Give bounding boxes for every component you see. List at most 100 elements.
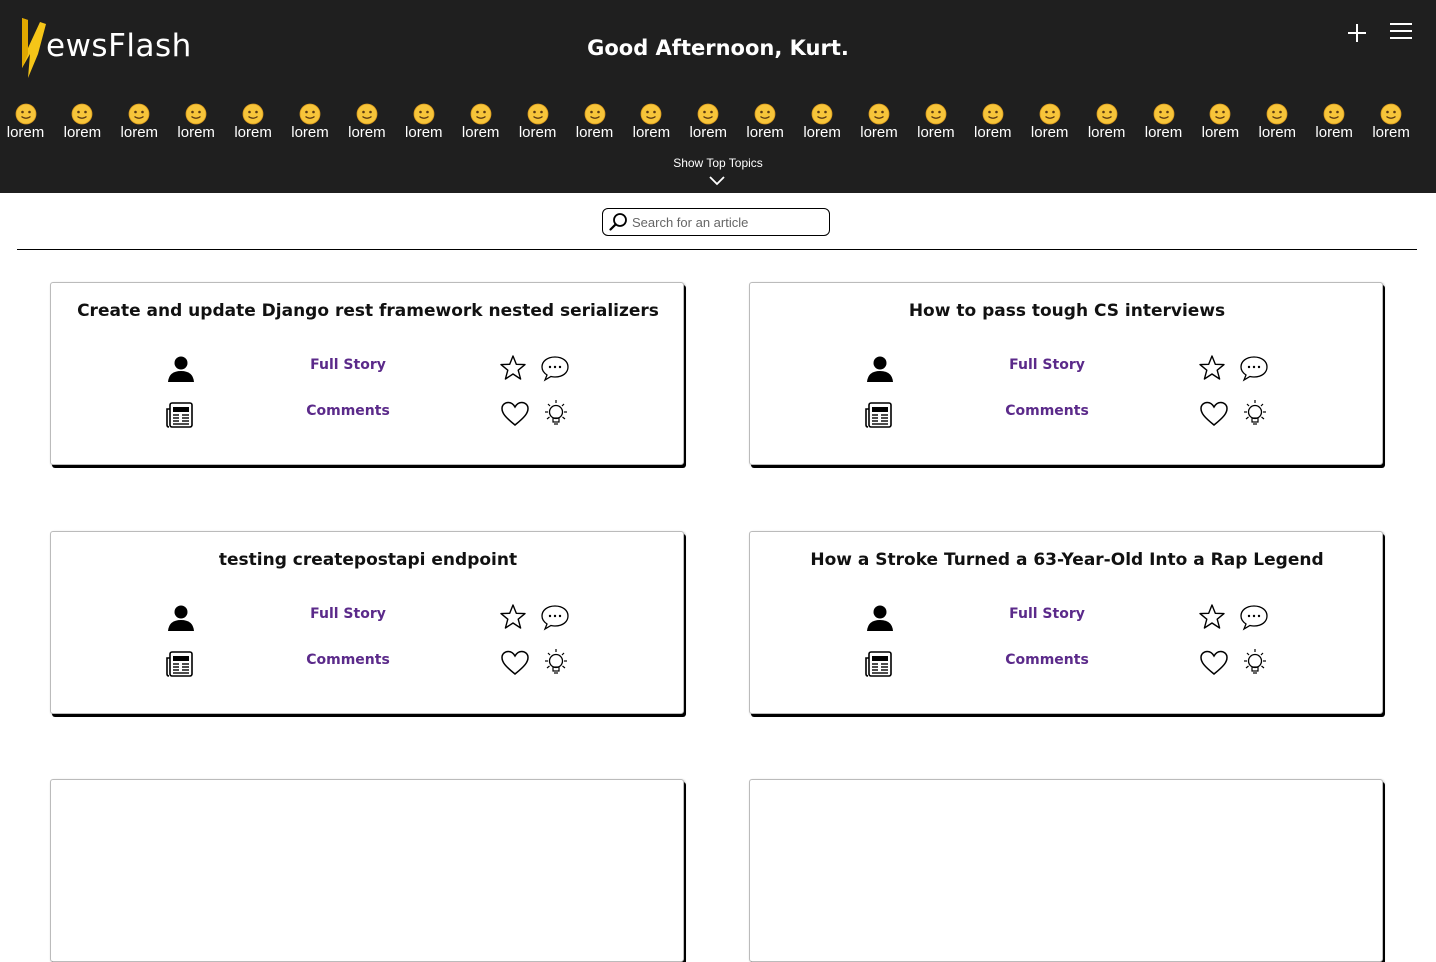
slightly-smiling-face-icon (1323, 103, 1345, 125)
heart-icon[interactable] (1199, 400, 1229, 432)
slightly-smiling-face-icon (1266, 103, 1288, 125)
article-title: Create and update Django rest framework … (51, 301, 685, 321)
topic-label: lorem (168, 125, 225, 141)
topic-item[interactable]: lorem (282, 100, 339, 141)
search-bar (602, 208, 830, 236)
heart-icon[interactable] (500, 400, 530, 432)
lightbulb-icon[interactable] (541, 398, 571, 432)
newspaper-icon[interactable] (864, 650, 894, 682)
comments-link[interactable]: Comments (268, 403, 428, 419)
slightly-smiling-face-icon (982, 103, 1004, 125)
chevron-down-icon[interactable] (709, 176, 725, 186)
add-button[interactable] (1340, 18, 1374, 48)
topic-item[interactable]: lorem (1249, 100, 1306, 141)
topic-label: lorem (111, 125, 168, 141)
topic-item[interactable]: lorem (907, 100, 964, 141)
show-top-topics-button[interactable]: Show Top Topics (0, 156, 1436, 170)
author-icon[interactable] (865, 604, 895, 636)
chat-bubble-icon[interactable] (540, 354, 570, 386)
search-icon[interactable] (609, 212, 629, 232)
slightly-smiling-face-icon (527, 103, 549, 125)
slightly-smiling-face-icon (15, 103, 37, 125)
topic-item[interactable]: lorem (1078, 100, 1135, 141)
lightbulb-icon[interactable] (541, 647, 571, 681)
topic-label: lorem (851, 125, 908, 141)
author-icon[interactable] (166, 355, 196, 387)
topic-item[interactable]: lorem (54, 100, 111, 141)
topic-label: lorem (623, 125, 680, 141)
full-story-link[interactable]: Full Story (967, 357, 1127, 373)
author-icon[interactable] (865, 355, 895, 387)
newspaper-icon[interactable] (864, 401, 894, 433)
newspaper-icon[interactable] (165, 401, 195, 433)
topic-item[interactable]: lorem (168, 100, 225, 141)
topic-label: lorem (964, 125, 1021, 141)
star-icon[interactable] (499, 603, 527, 635)
topic-item[interactable]: lorem (566, 100, 623, 141)
topic-item[interactable]: lorem (0, 100, 54, 141)
chat-bubble-icon[interactable] (540, 603, 570, 635)
topic-item[interactable]: lorem (225, 100, 282, 141)
topic-label: lorem (0, 125, 54, 141)
slightly-smiling-face-icon (584, 103, 606, 125)
star-icon[interactable] (499, 354, 527, 386)
comments-link[interactable]: Comments (967, 652, 1127, 668)
comments-link[interactable]: Comments (268, 652, 428, 668)
topic-item[interactable]: lorem (395, 100, 452, 141)
topic-item[interactable]: lorem (737, 100, 794, 141)
lightbulb-icon[interactable] (1240, 398, 1270, 432)
article-title: testing createpostapi endpoint (51, 550, 685, 570)
topic-label: lorem (338, 125, 395, 141)
slightly-smiling-face-icon (868, 103, 890, 125)
slightly-smiling-face-icon (356, 103, 378, 125)
topic-label: lorem (1135, 125, 1192, 141)
topic-item[interactable]: lorem (680, 100, 737, 141)
heart-icon[interactable] (500, 649, 530, 681)
article-card: testing createpostapi endpoint Full Story… (50, 531, 684, 714)
topic-item[interactable]: lorem (1135, 100, 1192, 141)
full-story-link[interactable]: Full Story (268, 357, 428, 373)
topic-item[interactable]: lorem (1192, 100, 1249, 141)
topic-item[interactable]: lorem (964, 100, 1021, 141)
topic-item[interactable]: lorem (1021, 100, 1078, 141)
topic-item[interactable]: lorem (1306, 100, 1363, 141)
plus-icon (1340, 18, 1374, 48)
slightly-smiling-face-icon (1096, 103, 1118, 125)
topics-strip: loremloremloremloremloremloremloremlorem… (0, 100, 1436, 148)
topic-label: lorem (907, 125, 964, 141)
top-bar: ewsFlash Good Afternoon, Kurt. loremlore… (0, 0, 1436, 193)
hamburger-menu-icon (1384, 18, 1418, 48)
article-title: How to pass tough CS interviews (750, 301, 1384, 321)
chat-bubble-icon[interactable] (1239, 603, 1269, 635)
topic-item[interactable]: lorem (509, 100, 566, 141)
topic-item[interactable]: lorem (338, 100, 395, 141)
slightly-smiling-face-icon (128, 103, 150, 125)
star-icon[interactable] (1198, 354, 1226, 386)
topic-item[interactable]: lo (1420, 100, 1436, 141)
newspaper-icon[interactable] (165, 650, 195, 682)
author-icon[interactable] (166, 604, 196, 636)
topic-label: lorem (1306, 125, 1363, 141)
topic-item[interactable]: lorem (111, 100, 168, 141)
slightly-smiling-face-icon (1380, 103, 1402, 125)
greeting: Good Afternoon, Kurt. (0, 36, 1436, 60)
topic-item[interactable]: lorem (794, 100, 851, 141)
lightbulb-icon[interactable] (1240, 647, 1270, 681)
search-input[interactable] (632, 212, 822, 232)
article-title: How a Stroke Turned a 63-Year-Old Into a… (750, 550, 1384, 570)
slightly-smiling-face-icon (470, 103, 492, 125)
topic-item[interactable]: lorem (452, 100, 509, 141)
comments-link[interactable]: Comments (967, 403, 1127, 419)
menu-button[interactable] (1384, 18, 1418, 48)
topic-label: lorem (1249, 125, 1306, 141)
full-story-link[interactable]: Full Story (967, 606, 1127, 622)
star-icon[interactable] (1198, 603, 1226, 635)
article-card-partial (50, 779, 684, 962)
chat-bubble-icon[interactable] (1239, 354, 1269, 386)
full-story-link[interactable]: Full Story (268, 606, 428, 622)
heart-icon[interactable] (1199, 649, 1229, 681)
slightly-smiling-face-icon (1153, 103, 1175, 125)
topic-item[interactable]: lorem (1363, 100, 1420, 141)
topic-item[interactable]: lorem (623, 100, 680, 141)
topic-item[interactable]: lorem (851, 100, 908, 141)
